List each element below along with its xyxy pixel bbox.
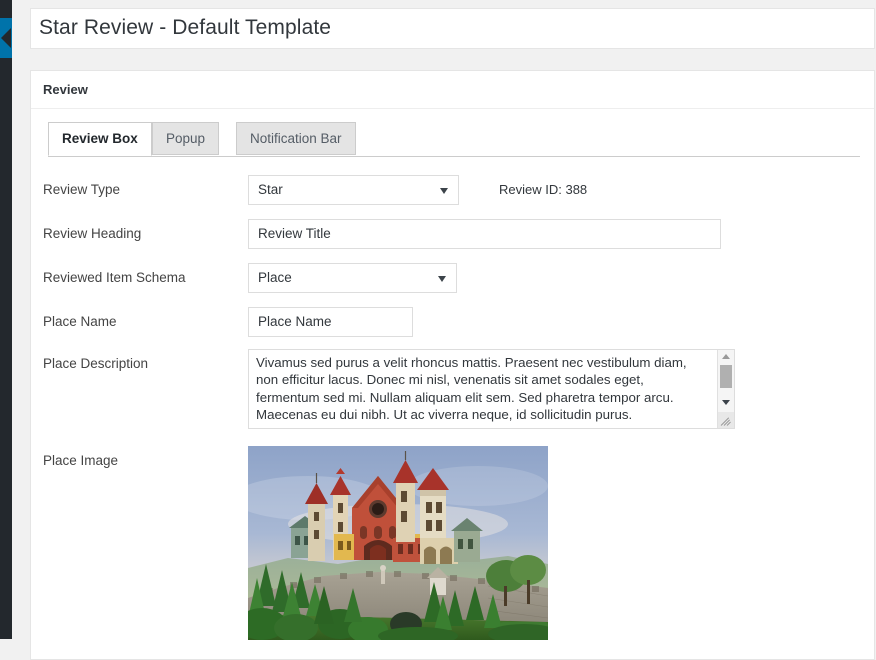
select-review-type-value: Star [258, 182, 283, 197]
review-metabox-panel: Review Review Box Popup Notification Bar… [30, 70, 875, 660]
collapse-menu-button[interactable] [0, 18, 12, 58]
chevron-down-icon [438, 276, 446, 282]
admin-sidebar-rail [0, 0, 12, 639]
chevron-left-icon [1, 28, 11, 48]
tab-review-box[interactable]: Review Box [48, 122, 152, 156]
label-reviewed-item-schema: Reviewed Item Schema [43, 270, 186, 285]
caret-down-icon[interactable] [722, 400, 730, 405]
tabs-underline [48, 156, 860, 157]
caret-up-icon[interactable] [722, 354, 730, 359]
tab-notification-bar[interactable]: Notification Bar [236, 122, 356, 155]
row-reviewed-item-schema: Reviewed Item Schema Place [31, 263, 874, 293]
metabox-header: Review [31, 71, 874, 109]
select-review-type[interactable]: Star [248, 175, 459, 205]
tab-popup[interactable]: Popup [152, 122, 220, 155]
admin-content-area: Star Review - Default Template Review Re… [30, 0, 876, 660]
place-image-preview[interactable] [248, 446, 548, 640]
input-place-name[interactable]: Place Name [248, 307, 413, 337]
review-tabs: Review Box Popup Notification Bar [48, 122, 860, 157]
castle-photo [248, 446, 548, 640]
row-review-type: Review Type Star Review ID: 388 [31, 175, 874, 205]
page-title-panel: Star Review - Default Template [30, 8, 875, 49]
textarea-place-description[interactable]: Vivamus sed purus a velit rhoncus mattis… [248, 349, 735, 429]
label-review-heading: Review Heading [43, 226, 142, 241]
review-id-text: Review ID: 388 [499, 182, 588, 197]
chevron-down-icon [440, 188, 448, 194]
place-description-value: Vivamus sed purus a velit rhoncus mattis… [256, 355, 687, 422]
select-reviewed-item-schema[interactable]: Place [248, 263, 457, 293]
input-review-heading[interactable]: Review Title [248, 219, 721, 249]
scrollbar-thumb[interactable] [720, 365, 732, 388]
label-review-type: Review Type [43, 182, 121, 197]
textarea-scrollbar[interactable] [717, 350, 734, 428]
metabox-title: Review [43, 82, 88, 97]
label-place-image: Place Image [43, 453, 119, 468]
label-place-name: Place Name [43, 314, 117, 329]
resize-grip-icon[interactable] [718, 412, 734, 428]
page-title: Star Review - Default Template [39, 16, 332, 39]
label-place-description: Place Description [43, 356, 149, 371]
select-reviewed-item-schema-value: Place [258, 270, 292, 285]
